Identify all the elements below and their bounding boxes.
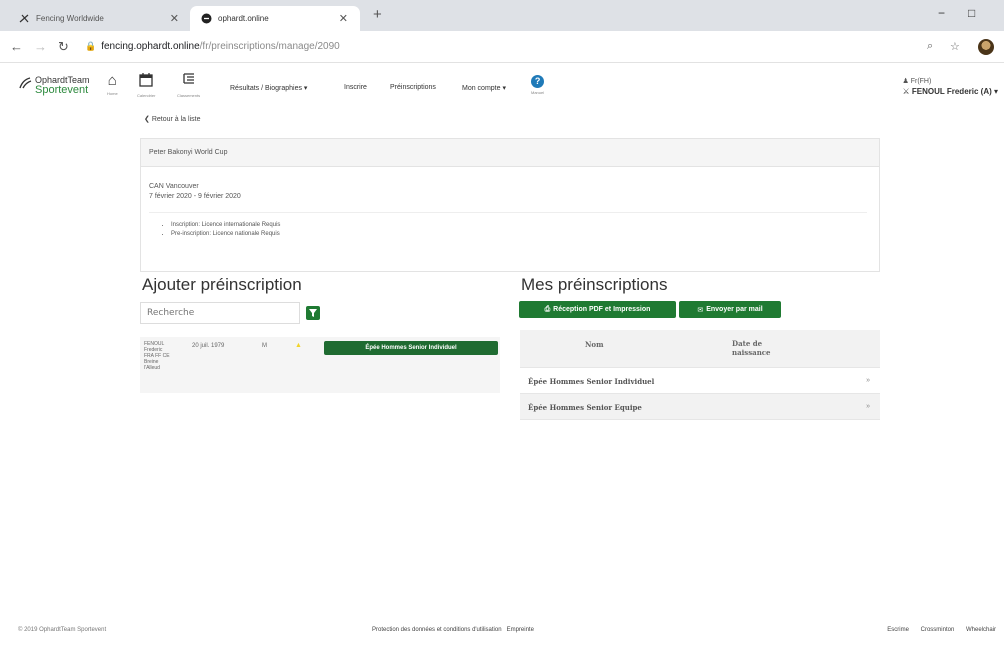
nav-rankings[interactable]: Classements bbox=[177, 72, 200, 98]
bookmark-star-icon[interactable]: ☆ bbox=[950, 40, 960, 53]
search-result-row: FENOUL Frederic FRA FF CE Breine l'Alleu… bbox=[140, 337, 500, 393]
divider bbox=[149, 212, 867, 213]
privacy-link[interactable]: Protection des données et conditions d'u… bbox=[372, 627, 502, 633]
imprint-link[interactable]: Empreinte bbox=[507, 627, 534, 633]
tab-title: Fencing Worldwide bbox=[36, 14, 104, 23]
fencer-sex: M bbox=[262, 343, 267, 349]
reload-icon[interactable]: ↻ bbox=[58, 39, 69, 55]
browser-tab-ophardt[interactable]: ophardt.online ✕ bbox=[190, 6, 360, 31]
footer-link-crossminton[interactable]: Crossminton bbox=[921, 627, 955, 633]
event-club: CAN Vancouver bbox=[149, 183, 199, 190]
menu-account[interactable]: Mon compte ▾ bbox=[462, 84, 506, 92]
filter-button[interactable] bbox=[306, 306, 320, 320]
back-link-label: Retour à la liste bbox=[151, 116, 201, 123]
back-to-list-link[interactable]: ❮ Retour à la liste bbox=[144, 115, 200, 123]
back-arrow-icon[interactable]: ← bbox=[10, 39, 23, 54]
site-logo[interactable]: OphardtTeam Sportevent bbox=[18, 75, 90, 96]
requirement-item: Inscription: Licence internationale Requ… bbox=[171, 221, 871, 230]
close-icon[interactable]: ✕ bbox=[170, 12, 179, 25]
menu-results[interactable]: Résultats / Biographies ▾ bbox=[230, 84, 307, 92]
browser-tab-fencing-worldwide[interactable]: Fencing Worldwide ✕ bbox=[8, 6, 191, 31]
my-preregistrations-heading: Mes préinscriptions bbox=[521, 275, 668, 294]
event-dates: 7 février 2020 - 9 février 2020 bbox=[149, 193, 241, 200]
zoom-icon[interactable]: ⌕ bbox=[927, 40, 933, 53]
help-link[interactable]: ? Manuel bbox=[531, 75, 544, 95]
user-icon: ♟ bbox=[902, 78, 909, 85]
column-header-birthdate-line1: Date de bbox=[732, 339, 763, 348]
logo-line2: Sportevent bbox=[35, 84, 89, 96]
lock-icon: 🔒 bbox=[85, 41, 97, 51]
browser-addressbar: ← → ↻ 🔒 fencing.ophardt.online/fr/preinsc… bbox=[0, 31, 1004, 63]
column-header-birthdate: Date de naissance bbox=[732, 339, 771, 357]
page-footer: © 2019 OphardtTeam Sportevent Protection… bbox=[0, 627, 1004, 641]
table-row[interactable]: Épée Hommes Senior Equipe » bbox=[520, 394, 880, 420]
new-tab-button[interactable]: + bbox=[373, 6, 382, 23]
send-mail-button[interactable]: ✉ Envoyer par mail bbox=[679, 301, 781, 318]
add-preregistration-heading: Ajouter préinscription bbox=[142, 275, 302, 294]
requirements-list: Inscription: Licence internationale Requ… bbox=[149, 221, 871, 239]
pdf-button-label: Réception PDF et Impression bbox=[553, 306, 651, 313]
fencing-logo-icon bbox=[18, 76, 32, 95]
user-name: FENOUL Frederic (A) ▾ bbox=[911, 87, 998, 96]
browser-tabbar: Fencing Worldwide ✕ ophardt.online ✕ + −… bbox=[0, 0, 1004, 31]
pdf-print-button[interactable]: ⎙ Réception PDF et Impression bbox=[519, 301, 676, 318]
mail-button-label: Envoyer par mail bbox=[706, 306, 763, 313]
expand-icon[interactable]: » bbox=[866, 403, 870, 410]
url-field[interactable]: 🔒 fencing.ophardt.online/fr/preinscriptio… bbox=[85, 41, 340, 52]
close-icon[interactable]: ✕ bbox=[339, 12, 348, 25]
category-name: Épée Hommes Senior Equipe bbox=[528, 403, 642, 412]
footer-link-wheelchair[interactable]: Wheelchair bbox=[966, 627, 996, 633]
profile-avatar[interactable] bbox=[978, 39, 994, 55]
rankings-caption: Classements bbox=[177, 93, 201, 98]
nav-home[interactable]: ⌂ Home bbox=[107, 72, 118, 96]
star-icon: ▲ bbox=[295, 342, 302, 349]
home-icon: ⌂ bbox=[107, 72, 117, 89]
table-row[interactable]: Épée Hommes Senior Individuel » bbox=[520, 368, 880, 394]
url-host: fencing.ophardt.online bbox=[101, 41, 200, 52]
calendar-icon bbox=[137, 72, 155, 91]
envelope-icon: ✉ bbox=[697, 306, 704, 314]
chevron-left-icon: ❮ bbox=[144, 116, 150, 123]
copyright: © 2019 OphardtTeam Sportevent bbox=[18, 627, 107, 633]
maximize-button[interactable]: □ bbox=[968, 6, 975, 20]
event-title: Peter Bakonyi World Cup bbox=[141, 139, 879, 167]
requirement-item: Pre-inscription: Licence nationale Requi… bbox=[171, 230, 871, 239]
user-menu[interactable]: ♟ Fr(FH) ⚔ FENOUL Frederic (A) ▾ bbox=[902, 77, 998, 97]
column-header-birthdate-line2: naissance bbox=[732, 348, 771, 357]
table-header: Nom Date de naissance bbox=[520, 330, 880, 368]
fencing-icon bbox=[18, 13, 30, 25]
help-caption: Manuel bbox=[531, 90, 545, 95]
search-input[interactable] bbox=[140, 302, 300, 324]
tab-title: ophardt.online bbox=[218, 14, 269, 23]
footer-link-escrime[interactable]: Escrime bbox=[887, 627, 909, 633]
fencer-icon: ⚔ bbox=[902, 87, 910, 96]
forward-arrow-icon[interactable]: → bbox=[34, 39, 47, 54]
calendar-caption: Calendrier bbox=[137, 93, 156, 98]
url-path: /fr/preinscriptions/manage/2090 bbox=[199, 41, 340, 52]
print-icon: ⎙ bbox=[544, 305, 551, 313]
help-icon: ? bbox=[531, 75, 545, 88]
menu-register[interactable]: Inscrire bbox=[344, 84, 367, 91]
site-header: OphardtTeam Sportevent ⌂ Home Calendrier… bbox=[0, 63, 1004, 107]
category-name: Épée Hommes Senior Individuel bbox=[528, 377, 655, 386]
home-caption: Home bbox=[107, 91, 118, 96]
menu-preregistrations[interactable]: Préinscriptions bbox=[390, 84, 436, 91]
ophardt-icon bbox=[200, 13, 212, 25]
filter-icon bbox=[309, 309, 317, 317]
minimize-button[interactable]: − bbox=[938, 6, 945, 20]
event-panel: Peter Bakonyi World Cup CAN Vancouver 7 … bbox=[140, 138, 880, 272]
fencer-info: FENOUL Frederic FRA FF CE Breine l'Alleu… bbox=[144, 341, 170, 371]
list-icon bbox=[177, 72, 200, 91]
fencer-line: l'Alleud bbox=[144, 365, 160, 371]
fencer-birthdate: 20 juil. 1979 bbox=[192, 343, 225, 349]
add-category-button[interactable]: Épée Hommes Senior Individuel bbox=[324, 341, 498, 355]
column-header-name: Nom bbox=[585, 340, 604, 349]
user-role: Fr(FH) bbox=[910, 78, 932, 85]
expand-icon[interactable]: » bbox=[866, 377, 870, 384]
nav-calendar[interactable]: Calendrier bbox=[137, 72, 155, 98]
my-preregistrations-table: Nom Date de naissance Épée Hommes Senior… bbox=[520, 330, 880, 420]
